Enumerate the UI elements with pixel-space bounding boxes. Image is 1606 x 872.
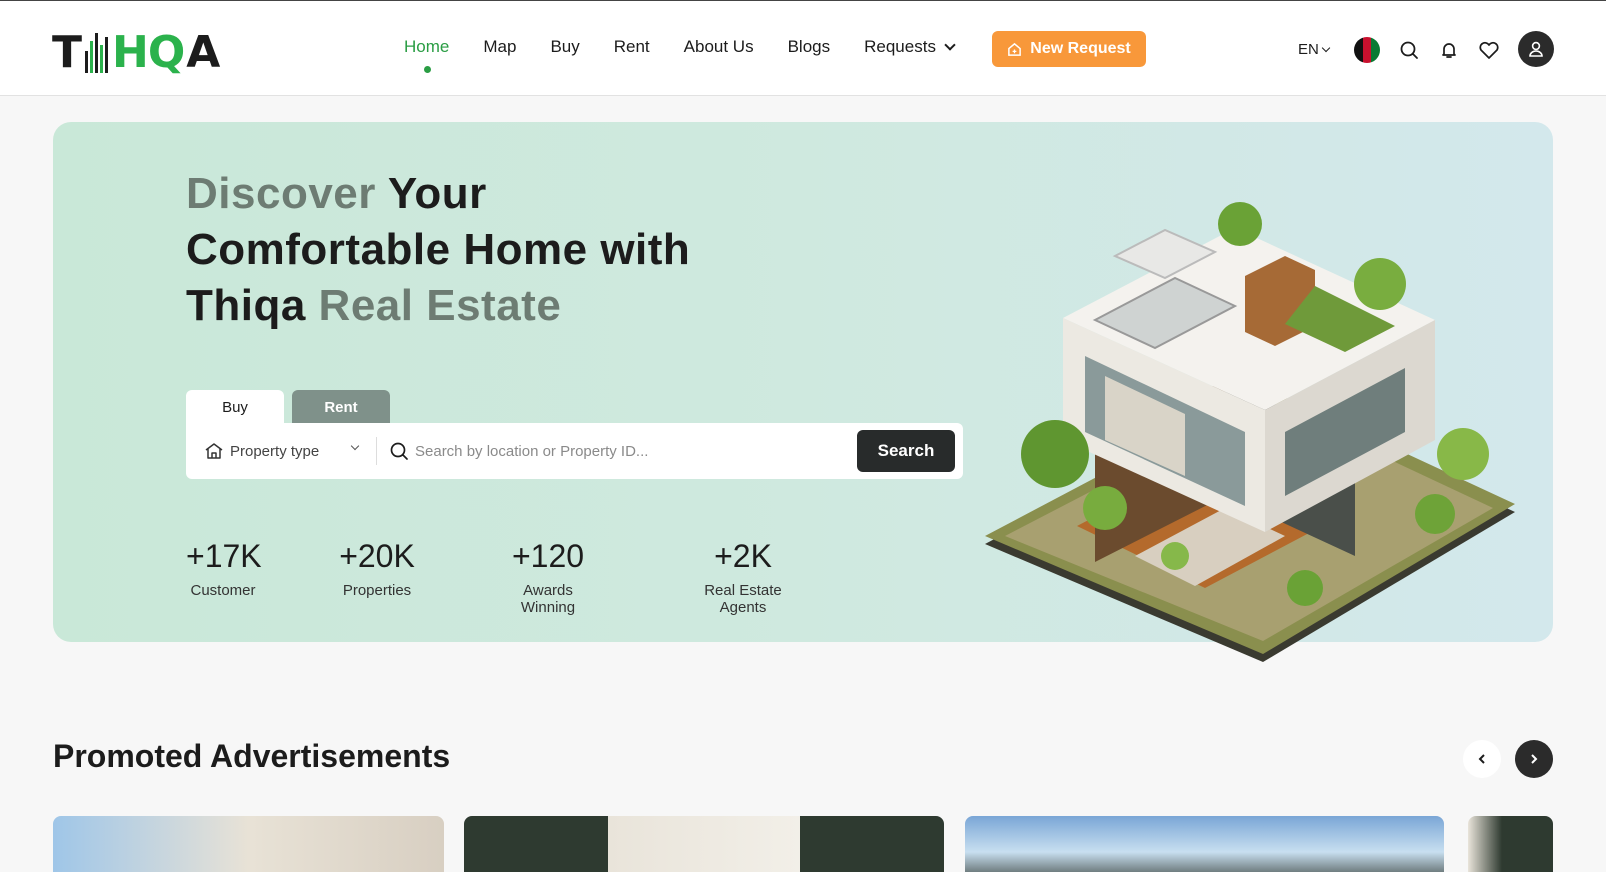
bell-icon[interactable]: [1436, 37, 1462, 63]
stat-label: Awards Winning: [520, 582, 576, 616]
nav-home[interactable]: Home: [404, 37, 450, 73]
stats-row: +17K Customer +20K Properties +120 Award…: [186, 536, 806, 616]
headline-thiqa: Thiqa: [186, 281, 306, 330]
chevron-down-icon: [944, 39, 956, 51]
nav-map[interactable]: Map: [483, 37, 516, 57]
property-type-dropdown[interactable]: Property type: [186, 423, 376, 479]
stat-customers: +17K Customer: [186, 536, 262, 616]
house-icon: [205, 443, 223, 459]
logo-letter-t: T: [52, 27, 82, 78]
house-illustration: [985, 202, 1515, 662]
nav-buy-label: Buy: [550, 37, 580, 56]
home-plus-icon: [1008, 42, 1022, 56]
heart-icon[interactable]: [1476, 37, 1502, 63]
promoted-card-2[interactable]: [464, 816, 944, 872]
stat-value: +17K: [186, 538, 262, 574]
user-icon[interactable]: [1518, 31, 1554, 67]
chevron-right-icon: [1531, 754, 1538, 764]
carousel-prev-button[interactable]: [1463, 740, 1501, 778]
tab-buy[interactable]: Buy: [186, 390, 284, 424]
headline-line2: Comfortable Home with: [186, 225, 691, 274]
thiqa-logo[interactable]: T HQ A: [52, 27, 220, 78]
logo-letters-hq: HQ: [112, 27, 185, 78]
property-search-bar: Property type Search: [186, 423, 963, 479]
search-icon[interactable]: [1396, 37, 1422, 63]
search-icon: [390, 442, 408, 460]
logo-bars: [85, 33, 109, 73]
stat-awards: +120 Awards Winning: [494, 536, 602, 616]
promoted-card-3[interactable]: [965, 816, 1444, 872]
stat-value: +2K: [714, 538, 772, 574]
nav-map-label: Map: [483, 37, 517, 56]
chevron-down-icon: [350, 441, 360, 451]
stat-label: Properties: [342, 582, 412, 599]
promoted-card-4[interactable]: [1468, 816, 1553, 872]
search-field: [389, 441, 857, 461]
search-button[interactable]: Search: [857, 430, 955, 472]
nav-blogs[interactable]: Blogs: [788, 37, 831, 57]
nav-rent[interactable]: Rent: [614, 37, 650, 57]
chevron-left-icon: [1478, 754, 1485, 764]
new-request-label: New Request: [1030, 40, 1131, 57]
promoted-title: Promoted Advertisements: [53, 738, 451, 774]
search-tabs: Buy Rent: [186, 390, 390, 424]
stat-label: Customer: [190, 582, 256, 599]
headline-discover: Discover: [186, 169, 376, 218]
logo-letter-a: A: [186, 27, 220, 78]
promoted-card-1[interactable]: [53, 816, 444, 872]
nav-about-us[interactable]: About Us: [684, 37, 754, 57]
nav-requests-label: Requests: [864, 37, 936, 56]
stat-properties: +20K Properties: [338, 536, 416, 616]
carousel-next-button[interactable]: [1515, 740, 1553, 778]
flag-icon[interactable]: [1354, 37, 1380, 63]
search-divider: [376, 437, 377, 465]
new-request-button[interactable]: New Request: [992, 31, 1146, 67]
headline-real-estate: Real Estate: [305, 281, 562, 330]
property-type-label: Property type: [230, 442, 320, 460]
main-nav: Home Map Buy Rent About Us Blogs Request…: [404, 37, 988, 73]
stat-value: +120: [511, 538, 585, 574]
headline-your: Your: [375, 169, 487, 218]
stat-label: Real Estate Agents: [704, 582, 782, 616]
tab-rent[interactable]: Rent: [292, 390, 390, 424]
nav-requests-dropdown[interactable]: Requests: [864, 37, 956, 57]
nav-home-label: Home: [404, 37, 450, 56]
stat-agents: +2K Real Estate Agents: [680, 536, 806, 616]
nav-buy[interactable]: Buy: [550, 37, 579, 57]
nav-blogs-label: Blogs: [787, 37, 831, 56]
language-selector[interactable]: EN: [1298, 41, 1331, 58]
stat-value: +20K: [339, 538, 415, 574]
nav-about-label: About Us: [683, 37, 754, 56]
hero-headline: Discover Your Comfortable Home with Thiq…: [186, 166, 690, 334]
language-label: EN: [1298, 41, 1319, 58]
chevron-down-icon: [1321, 43, 1331, 52]
search-input[interactable]: [415, 442, 815, 460]
top-navbar: T HQ A Home Map Buy Rent About Us Blogs …: [0, 0, 1606, 96]
nav-rent-label: Rent: [613, 37, 650, 56]
